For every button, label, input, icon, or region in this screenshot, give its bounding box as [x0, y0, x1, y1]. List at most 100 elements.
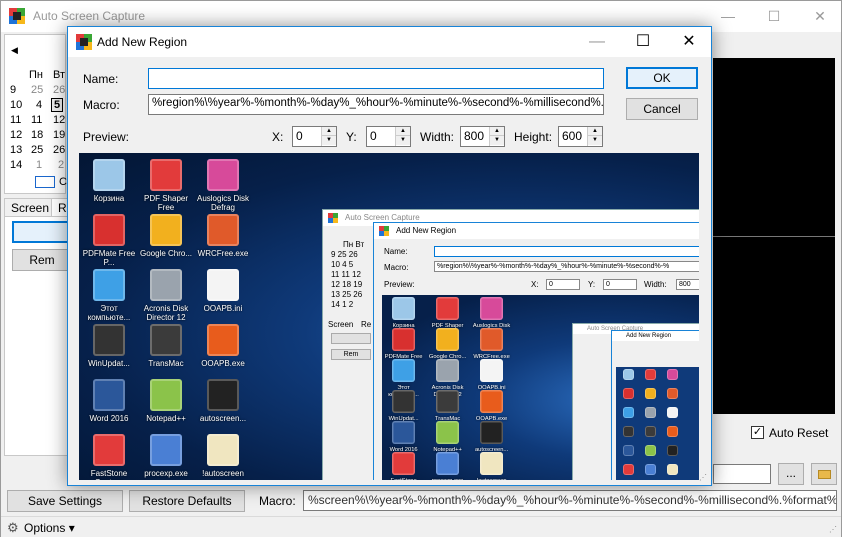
calendar-day[interactable]: 19 — [53, 129, 65, 141]
calendar-today-marker[interactable] — [35, 176, 55, 188]
main-close-button[interactable]: ✕ — [797, 1, 842, 32]
desktop-icon-label: Acronis Disk Director 12 — [143, 304, 189, 322]
dialog-minimize-button[interactable]: — — [574, 27, 620, 57]
macro-input[interactable]: %region%\%year%-%month%-%day%_%hour%-%mi… — [148, 94, 604, 115]
height-stepper-arrows: ▲ ▼ — [587, 127, 602, 146]
height-down-icon[interactable]: ▼ — [588, 136, 602, 145]
winupdate-icon-glyph — [93, 324, 125, 356]
calendar-day[interactable]: 25 — [31, 144, 43, 156]
nested-dialog-title: Add New Region — [374, 223, 699, 239]
nested-add-button — [331, 333, 371, 344]
height-up-icon[interactable]: ▲ — [588, 127, 602, 136]
recycle-bin-icon — [618, 369, 639, 381]
acronis-icon — [640, 407, 661, 419]
ooapb-ini-icon: OOAPB.ini — [470, 359, 513, 392]
ooapb-ini-icon-glyph — [207, 269, 239, 301]
open-folder-button[interactable] — [811, 463, 837, 485]
main-macro-input[interactable]: %screen%\%year%-%month%-%day%_%hour%-%mi… — [303, 490, 837, 511]
resize-grip-icon[interactable]: ⋰ — [829, 525, 839, 535]
width-down-icon[interactable]: ▼ — [490, 136, 504, 145]
calendar-day[interactable]: 26 — [53, 84, 65, 96]
calendar-selected-day[interactable]: 5 — [51, 98, 64, 112]
x-stepper-arrows: ▲ ▼ — [321, 127, 336, 146]
add-new-region-dialog: Add New Region — ☐ ✕ Name: Macro: %regio… — [67, 26, 712, 486]
calendar-today-label[interactable]: C — [59, 176, 67, 188]
ok-button[interactable]: OK — [626, 67, 698, 89]
faststone-icon-glyph — [392, 452, 416, 476]
dialog-title: Add New Region — [97, 35, 188, 49]
x-up-icon[interactable]: ▲ — [322, 127, 336, 136]
restore-defaults-button[interactable]: Restore Defaults — [129, 490, 245, 512]
procexp-icon — [640, 464, 661, 476]
x-down-icon[interactable]: ▼ — [322, 136, 336, 145]
name-input[interactable] — [148, 68, 604, 89]
wrcfree-icon-glyph — [480, 328, 504, 352]
calendar-day-header: Пн — [29, 69, 43, 81]
wrcfree-icon-glyph — [666, 388, 679, 400]
desktop-icon-label: Notepad++ — [146, 414, 186, 423]
remove-region-button[interactable]: Rem — [12, 249, 72, 271]
y-down-icon[interactable]: ▼ — [396, 136, 410, 145]
cancel-button[interactable]: Cancel — [626, 98, 698, 120]
faststone-icon-glyph — [622, 464, 635, 476]
width-stepper[interactable]: 800 ▲ ▼ — [460, 126, 505, 147]
nested-preview-label: Preview: — [384, 280, 415, 289]
this-pc-icon — [618, 407, 639, 419]
height-stepper[interactable]: 600 ▲ ▼ — [558, 126, 603, 147]
browse-button[interactable]: ... — [778, 463, 804, 485]
calendar-day[interactable]: 11 — [31, 114, 42, 126]
main-maximize-button[interactable]: ☐ — [751, 1, 797, 32]
calendar-day[interactable]: 18 — [31, 129, 43, 141]
nested-rem-button: Rem — [331, 349, 371, 360]
calendar-day[interactable]: 1 — [36, 159, 42, 171]
calendar-day[interactable]: 2 — [58, 159, 64, 171]
wrcfree-icon: WRCFree.exe — [470, 328, 513, 361]
autoscreen-exe-icon-glyph — [666, 464, 679, 476]
folder-icon — [818, 470, 831, 479]
desktop-icon-label: Google Chro... — [139, 249, 193, 258]
tab-screen[interactable]: Screen — [4, 198, 57, 217]
x-stepper[interactable]: 0 ▲ ▼ — [292, 126, 337, 147]
pdfmate-icon — [618, 388, 639, 400]
y-value: 0 — [370, 129, 377, 143]
pdfmate-icon-glyph — [392, 328, 416, 352]
calendar-day[interactable]: 4 — [36, 99, 42, 111]
auto-reset-checkbox[interactable]: ✓ — [751, 426, 764, 439]
folder-path-input[interactable] — [713, 464, 771, 484]
add-region-button[interactable] — [12, 221, 72, 243]
calendar-week-number: 12 — [10, 129, 23, 141]
acronis-icon-glyph — [644, 407, 657, 419]
dialog-maximize-button[interactable]: ☐ — [620, 27, 666, 57]
google-chrome-icon: Google Chro... — [136, 214, 196, 258]
nested-calendar-row: 11 11 12 — [331, 270, 361, 279]
calendar-day[interactable]: 26 — [53, 144, 65, 156]
word-icon: Word 2016 — [382, 421, 425, 454]
recycle-bin-icon: Корзина — [382, 297, 425, 330]
word-icon-glyph — [93, 379, 125, 411]
height-label: Height: — [514, 130, 553, 144]
ooapb-exe-icon: OOAPB.exe — [193, 324, 253, 368]
this-pc-icon-glyph — [93, 269, 125, 301]
pdfmate-icon: PDFMate Free P... — [79, 214, 139, 267]
google-chrome-icon: Google Chro... — [426, 328, 469, 361]
width-up-icon[interactable]: ▲ — [490, 127, 504, 136]
ooapb-ini-icon: OOAPB.ini — [193, 269, 253, 313]
calendar-day[interactable]: 25 — [31, 84, 43, 96]
y-up-icon[interactable]: ▲ — [396, 127, 410, 136]
save-settings-button[interactable]: Save Settings — [7, 490, 123, 512]
nested-tab-screen: Screen — [328, 320, 354, 329]
calendar-day-header: Вт — [53, 69, 66, 81]
pdf-shaper-icon-glyph — [644, 369, 657, 381]
dialog-resize-grip-icon[interactable]: ⋰ — [699, 473, 709, 483]
options-menu[interactable]: Options ▾ — [24, 521, 75, 535]
y-stepper[interactable]: 0 ▲ ▼ — [366, 126, 411, 147]
calendar[interactable]: ◀ Пн Вт 9 10 11 12 13 14 25 4 11 18 25 1… — [4, 34, 67, 194]
gear-icon[interactable]: ⚙ — [7, 520, 19, 536]
height-value: 600 — [562, 129, 583, 143]
transmac-icon-glyph — [150, 324, 182, 356]
calendar-prev-icon[interactable]: ◀ — [11, 45, 18, 56]
dialog-close-button[interactable]: ✕ — [666, 27, 712, 57]
nested-calendar-row: 10 4 5 — [331, 260, 354, 269]
calendar-day[interactable]: 12 — [53, 114, 65, 126]
winupdate-icon-glyph — [622, 426, 635, 438]
